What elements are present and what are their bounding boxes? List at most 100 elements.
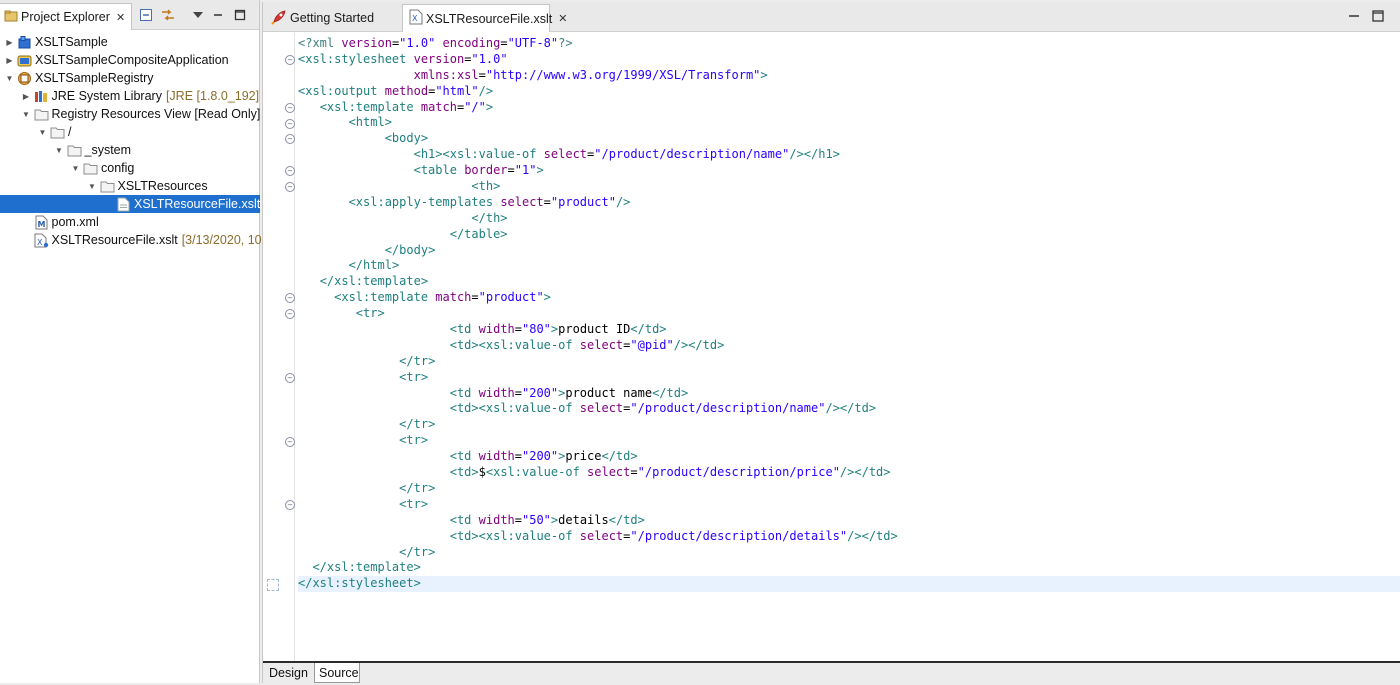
minimize-icon[interactable] xyxy=(1347,9,1361,23)
code-line[interactable]: <table border="1"> xyxy=(298,163,1400,179)
tab-project-explorer[interactable]: Project Explorer ✕ xyxy=(0,3,132,30)
expand-arrow-icon[interactable]: ▼ xyxy=(21,109,32,120)
code-line[interactable]: <tr> xyxy=(298,306,1400,322)
fold-toggle-icon[interactable]: – xyxy=(285,102,295,113)
tree-item-label: XSLTSample xyxy=(35,35,108,49)
code-line[interactable]: <h1><xsl:value-of select="/product/descr… xyxy=(298,147,1400,163)
expand-arrow-icon[interactable]: ▼ xyxy=(70,163,81,174)
code-line[interactable]: <td width="50">details</td> xyxy=(298,513,1400,529)
code-line[interactable]: <body> xyxy=(298,131,1400,147)
code-line[interactable]: <td><xsl:value-of select="/product/descr… xyxy=(298,401,1400,417)
code-line[interactable]: <tr> xyxy=(298,433,1400,449)
code-line[interactable]: </body> xyxy=(298,243,1400,259)
folder-tree-icon xyxy=(4,9,18,26)
editor-mode-tabs: Design Source xyxy=(263,661,1400,683)
code-line[interactable]: </tr> xyxy=(298,417,1400,433)
code-line[interactable]: </table> xyxy=(298,227,1400,243)
collapse-all-icon[interactable] xyxy=(138,7,154,23)
tree-item-label: _system xyxy=(84,143,132,157)
tree-item[interactable]: ▼ XSLTSampleRegistry xyxy=(0,69,260,87)
fold-toggle-icon[interactable]: – xyxy=(285,372,295,383)
tree-item[interactable]: ▼ XSLTResources xyxy=(0,177,260,195)
fold-toggle-icon[interactable]: – xyxy=(285,54,295,65)
tree-item[interactable]: ▶ JRE System Library [JRE [1.8.0_192] xyxy=(0,87,260,105)
expand-arrow-icon[interactable]: ▼ xyxy=(87,181,98,192)
fold-toggle-icon[interactable]: – xyxy=(285,293,295,304)
xslt-file-icon: X xyxy=(409,9,423,28)
close-icon[interactable]: ✕ xyxy=(116,11,125,24)
tab-design[interactable]: Design xyxy=(265,663,313,683)
view-menu-icon[interactable] xyxy=(190,7,206,23)
collapse-arrow-icon[interactable]: ▶ xyxy=(21,91,32,102)
code-line[interactable]: <xsl:apply-templates select="product"/> xyxy=(298,195,1400,211)
code-line[interactable]: <xsl:template match="product"> xyxy=(298,290,1400,306)
tree-item[interactable]: Mpom.xml xyxy=(0,213,260,231)
project-explorer-panel: Project Explorer ✕ ▶ XSLTSample ▶ XSLTSampl… xyxy=(0,0,262,683)
tree-item[interactable]: ▼ / xyxy=(0,123,260,141)
code-line[interactable]: </xsl:template> xyxy=(298,560,1400,576)
code-line[interactable]: </tr> xyxy=(298,354,1400,370)
code-line[interactable]: <?xml version="1.0" encoding="UTF-8"?> xyxy=(298,36,1400,52)
code-lines[interactable]: <?xml version="1.0" encoding="UTF-8"?> <x… xyxy=(298,36,1400,593)
code-line[interactable]: </th> xyxy=(298,211,1400,227)
tab-source[interactable]: Source xyxy=(314,663,360,683)
tab-xslt-resource-file[interactable]: X XSLTResourceFile.xslt ✕ xyxy=(402,4,567,32)
code-line[interactable]: <td><xsl:value-of select="@pid"/></td> xyxy=(298,338,1400,354)
code-line[interactable]: <td width="200">price</td> xyxy=(298,449,1400,465)
code-line[interactable]: <xsl:template match="/"> xyxy=(298,100,1400,116)
fold-toggle-icon[interactable]: – xyxy=(285,309,295,320)
tree-item[interactable]: ▼ _system xyxy=(0,141,260,159)
tree-item[interactable]: ▼ Registry Resources View [Read Only] xyxy=(0,105,260,123)
current-line-marker xyxy=(267,578,279,591)
source-editor[interactable]: – – – – – – – – – – – <?xml version="1.0" encoding… xyxy=(263,33,1400,661)
fold-toggle-icon[interactable]: – xyxy=(285,166,295,177)
code-line[interactable]: <html> xyxy=(298,115,1400,131)
fold-toggle-icon[interactable]: – xyxy=(285,436,295,447)
code-line[interactable]: <td>$<xsl:value-of select="/product/desc… xyxy=(298,465,1400,481)
code-line[interactable]: <xsl:output method="html"/> xyxy=(298,84,1400,100)
minimize-icon[interactable] xyxy=(210,7,226,23)
tab-getting-started[interactable]: Getting Started xyxy=(265,4,401,32)
tree-item-decoration: [JRE [1.8.0_192] xyxy=(165,89,260,103)
collapse-arrow-icon[interactable]: ▶ xyxy=(4,55,15,66)
code-line[interactable]: </xsl:template> xyxy=(298,274,1400,290)
code-line[interactable]: <td width="200">product name</td> xyxy=(298,386,1400,402)
expand-arrow-icon[interactable]: ▼ xyxy=(54,145,65,156)
expand-arrow-icon[interactable]: ▼ xyxy=(37,127,48,138)
fold-toggle-icon[interactable]: – xyxy=(285,134,295,145)
svg-text:X: X xyxy=(37,238,43,247)
collapse-arrow-icon[interactable]: ▶ xyxy=(4,37,15,48)
code-line[interactable]: xmlns:xsl="http://www.w3.org/1999/XSL/Tr… xyxy=(298,68,1400,84)
tree-item[interactable]: ▶ XSLTSampleCompositeApplication xyxy=(0,51,260,69)
close-icon[interactable]: ✕ xyxy=(558,12,567,25)
code-line[interactable]: </tr> xyxy=(298,481,1400,497)
fold-toggle-icon[interactable]: – xyxy=(285,118,295,129)
tree-item[interactable]: ▼ config xyxy=(0,159,260,177)
maximize-icon[interactable] xyxy=(232,7,248,23)
composite-app-icon xyxy=(17,53,32,68)
tree-item[interactable]: ▶ XSLTSample xyxy=(0,33,260,51)
tree-item-label: XSLTResourceFile.xslt xyxy=(134,197,261,211)
fold-toggle-icon[interactable]: – xyxy=(285,182,295,193)
code-line[interactable]: <td width="80">product ID</td> xyxy=(298,322,1400,338)
code-line[interactable]: <xsl:stylesheet version="1.0" xyxy=(298,52,1400,68)
code-line[interactable]: <tr> xyxy=(298,497,1400,513)
code-line[interactable]: </tr> xyxy=(298,545,1400,561)
code-line[interactable]: </html> xyxy=(298,258,1400,274)
tab-source-label: Source xyxy=(319,665,359,680)
code-line[interactable]: <tr> xyxy=(298,370,1400,386)
link-with-editor-icon[interactable] xyxy=(160,7,176,23)
tree-item[interactable]: XSLTResourceFile.xslt xyxy=(0,195,260,213)
tree-item[interactable]: X XSLTResourceFile.xslt [3/13/2020, 10 xyxy=(0,231,262,249)
fold-toggle-icon[interactable]: – xyxy=(285,500,295,511)
expand-arrow-icon[interactable]: ▼ xyxy=(4,73,15,84)
code-line[interactable]: </xsl:stylesheet> xyxy=(298,576,1400,593)
code-line[interactable]: <th> xyxy=(298,179,1400,195)
maximize-icon[interactable] xyxy=(1371,9,1385,23)
code-line[interactable]: <td><xsl:value-of select="/product/descr… xyxy=(298,529,1400,545)
tree-item-decoration: [3/13/2020, 10 xyxy=(181,233,262,247)
tab-design-label: Design xyxy=(269,666,308,680)
registry-project-icon xyxy=(17,71,32,86)
